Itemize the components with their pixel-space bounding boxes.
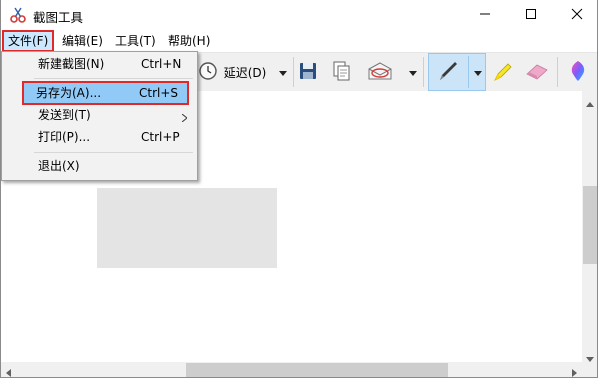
pen-dropdown-button[interactable] — [470, 54, 485, 90]
minimize-button[interactable] — [462, 0, 508, 30]
maximize-button[interactable] — [508, 0, 554, 30]
menu-help[interactable]: 帮助(H) — [164, 32, 214, 50]
eraser-button[interactable] — [523, 53, 551, 91]
menu-edit[interactable]: 编辑(E) — [58, 32, 107, 50]
scroll-right-icon[interactable] — [572, 366, 577, 377]
menu-item-save-as[interactable]: 另存为(A)... Ctrl+S — [22, 81, 189, 105]
toolbar-separator — [557, 57, 558, 87]
menu-item-shortcut: Ctrl+N — [141, 57, 182, 71]
vertical-scroll-thumb[interactable] — [583, 186, 597, 264]
pen-tool-group — [428, 53, 486, 91]
menu-item-shortcut: Ctrl+P — [141, 130, 180, 144]
menu-item-send-to[interactable]: 发送到(T) — [4, 104, 195, 126]
menu-file[interactable]: 文件(F) — [2, 30, 55, 52]
floppy-disk-icon — [299, 62, 317, 83]
delay-dropdown-button[interactable] — [275, 53, 291, 91]
paint-3d-icon — [568, 60, 588, 85]
highlighter-button[interactable] — [489, 53, 515, 91]
menu-tools[interactable]: 工具(T) — [111, 32, 160, 50]
eraser-icon — [525, 62, 549, 83]
send-snip-button[interactable] — [365, 53, 395, 91]
copy-icon — [333, 61, 351, 84]
menu-separator — [34, 152, 193, 153]
scissors-icon — [9, 6, 27, 24]
chevron-down-icon — [473, 65, 482, 79]
chevron-down-icon — [279, 65, 287, 79]
envelope-icon — [367, 61, 393, 84]
scroll-left-icon[interactable] — [6, 366, 11, 377]
pen-icon — [436, 59, 460, 86]
scroll-up-icon[interactable] — [586, 96, 594, 110]
menu-item-label: 打印(P)... — [38, 130, 91, 144]
maximize-icon — [525, 8, 537, 23]
delay-label: 延迟(D) — [223, 65, 267, 80]
close-icon — [571, 8, 583, 23]
delay-button[interactable]: 延迟(D) — [222, 53, 268, 91]
copy-button[interactable] — [331, 53, 353, 91]
pen-split-divider — [468, 56, 469, 88]
snipping-tool-window: 截图工具 文件(F) 编辑(E) 工具(T) 帮助(H) 延迟(D) 新建截图(… — [0, 0, 598, 378]
scrollbar-corner — [582, 362, 597, 377]
menu-item-new-snip[interactable]: 新建截图(N) Ctrl+N — [4, 53, 195, 75]
chevron-down-icon — [409, 65, 417, 79]
title-bar[interactable]: 截图工具 — [1, 0, 597, 30]
snip-image-placeholder — [97, 188, 277, 268]
pen-button[interactable] — [429, 54, 467, 90]
vertical-scrollbar[interactable] — [582, 91, 597, 362]
close-button[interactable] — [554, 0, 597, 30]
window-title: 截图工具 — [33, 10, 84, 25]
paint3d-button[interactable] — [565, 53, 591, 91]
menu-item-label: 退出(X) — [38, 159, 80, 173]
menu-item-label: 另存为(A)... — [36, 86, 102, 100]
toolbar-separator — [293, 57, 294, 87]
menu-separator — [34, 78, 193, 79]
menu-item-label: 发送到(T) — [38, 108, 91, 122]
delay-clock-button[interactable] — [197, 53, 219, 91]
menu-item-shortcut: Ctrl+S — [139, 86, 179, 100]
menu-item-print[interactable]: 打印(P)... Ctrl+P — [4, 126, 195, 148]
menu-item-exit[interactable]: 退出(X) — [4, 155, 195, 177]
horizontal-scrollbar[interactable] — [1, 362, 582, 377]
menu-bar: 文件(F) 编辑(E) 工具(T) 帮助(H) — [1, 30, 597, 52]
minimize-icon — [479, 8, 491, 23]
send-dropdown-button[interactable] — [405, 53, 421, 91]
save-snip-button[interactable] — [297, 53, 319, 91]
clock-icon — [198, 61, 218, 84]
toolbar-separator — [423, 57, 424, 87]
highlighter-icon — [491, 60, 513, 85]
menu-item-label: 新建截图(N) — [38, 57, 105, 71]
horizontal-scroll-thumb[interactable] — [186, 363, 448, 377]
file-menu-dropdown: 新建截图(N) Ctrl+N 另存为(A)... Ctrl+S 发送到(T) 打… — [1, 51, 198, 181]
